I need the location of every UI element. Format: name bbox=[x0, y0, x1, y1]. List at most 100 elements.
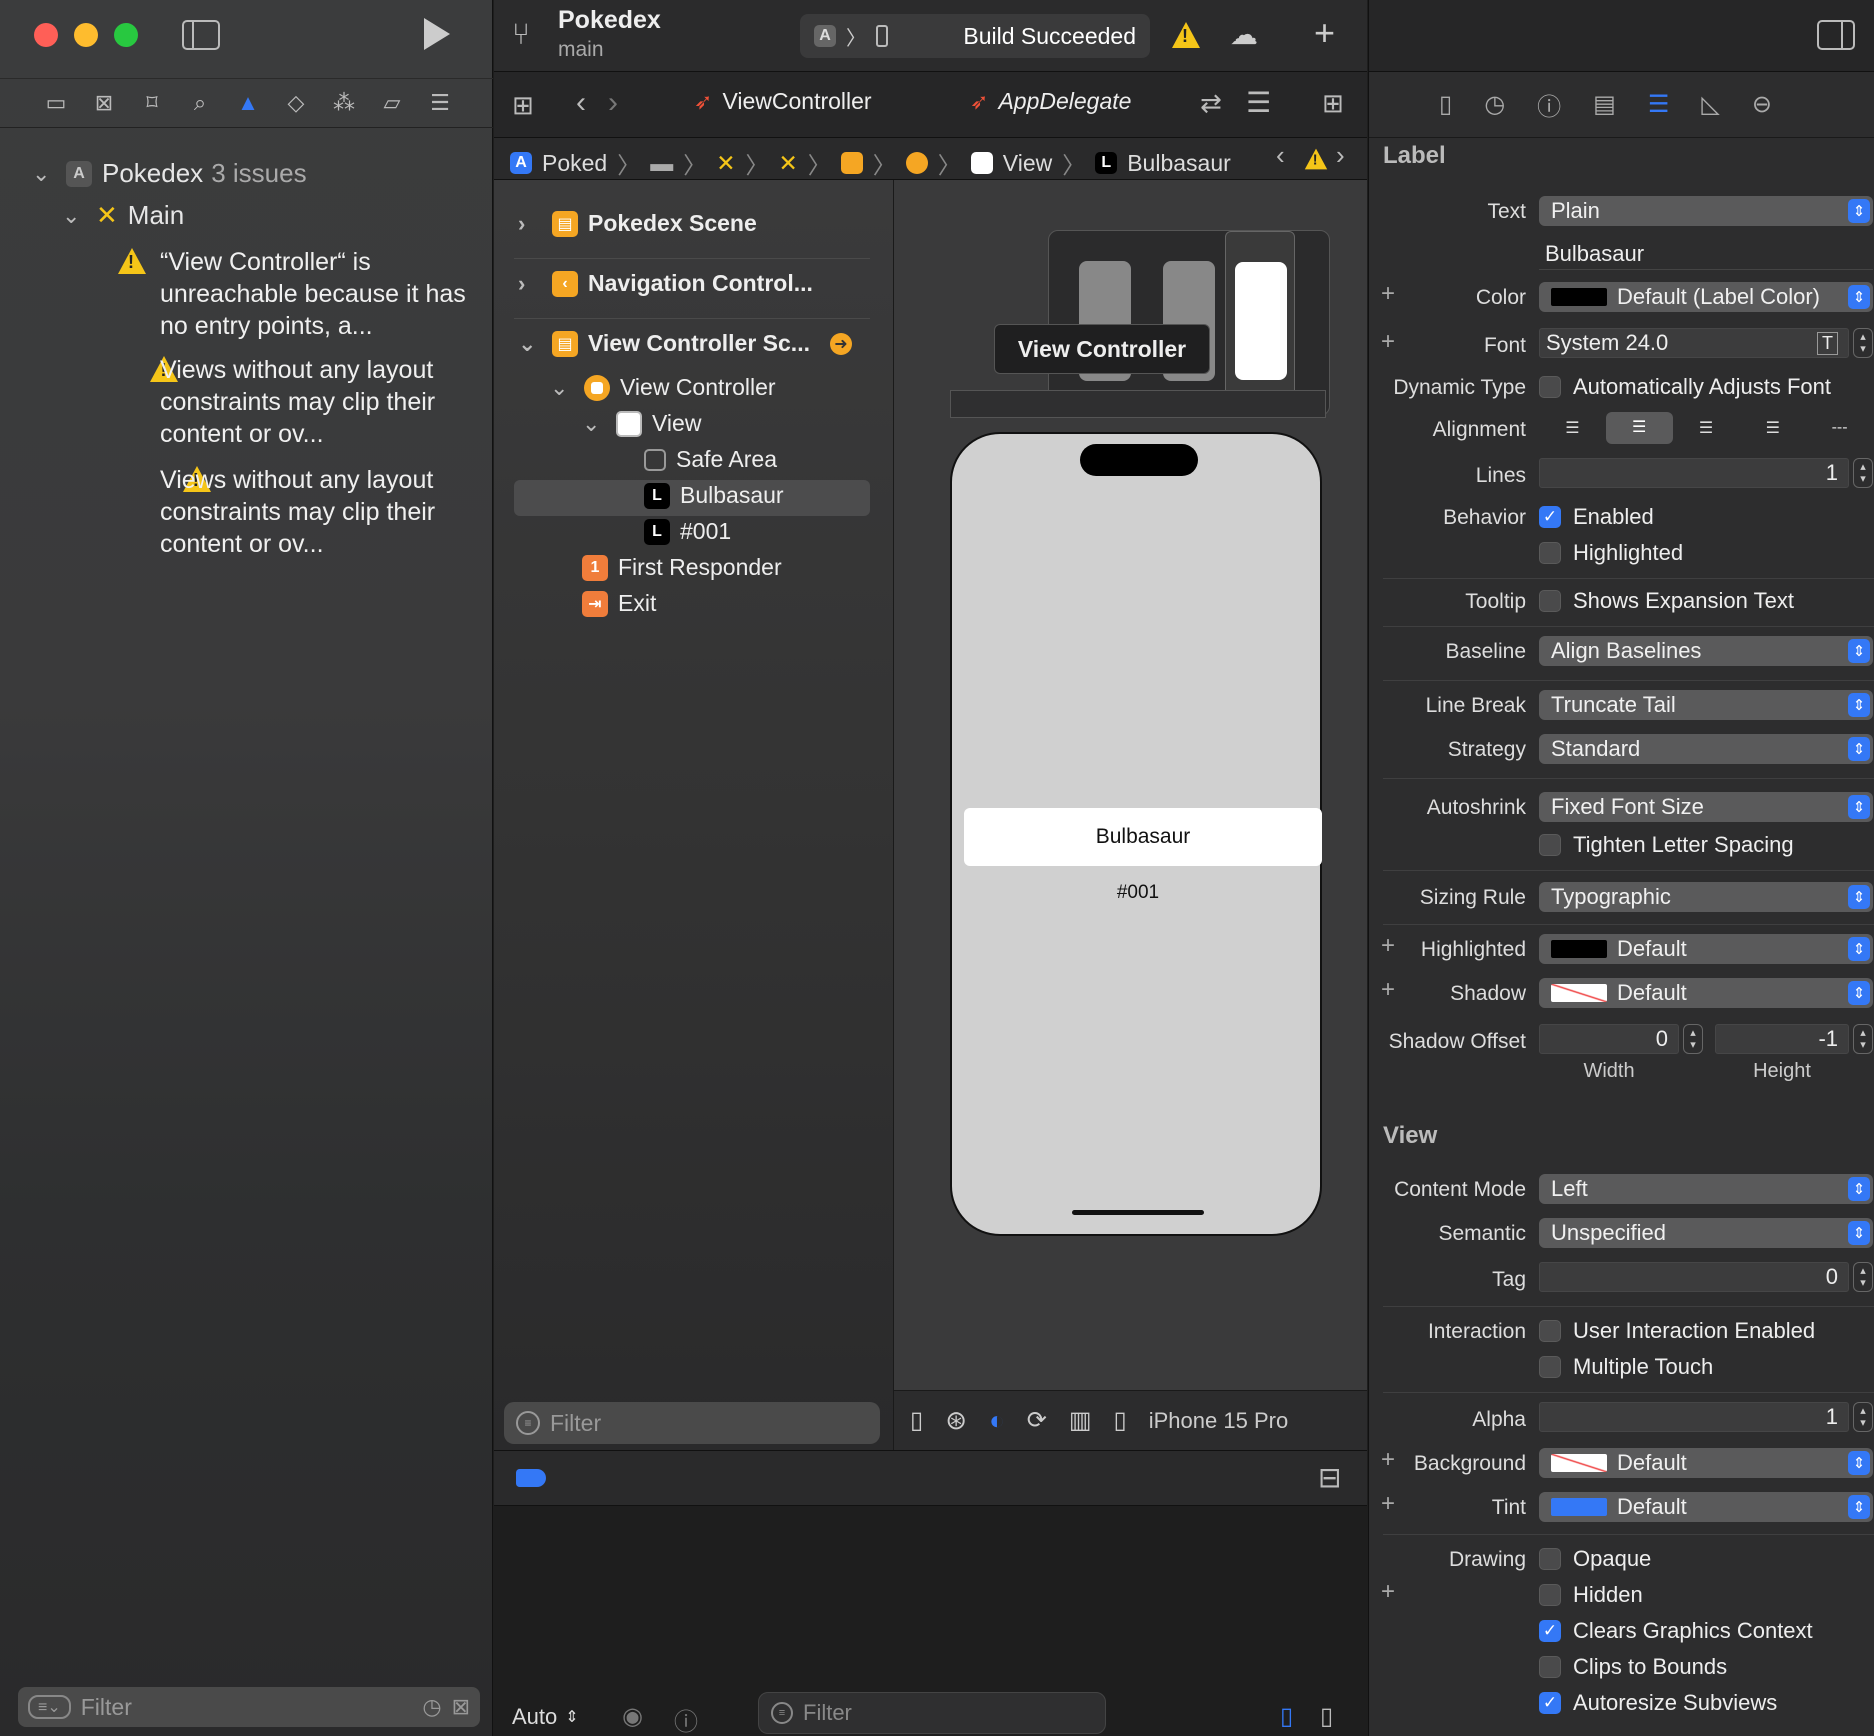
highlighted-checkbox[interactable]: Highlighted bbox=[1539, 540, 1683, 566]
jump-item-project[interactable]: Poked bbox=[542, 150, 607, 177]
expansion-text-checkbox[interactable]: Shows Expansion Text bbox=[1539, 588, 1794, 614]
filter-options-icon[interactable]: ≡⌄ bbox=[28, 1695, 71, 1719]
grid-icon[interactable]: ⊞ bbox=[512, 90, 534, 121]
user-interaction-checkbox[interactable]: User Interaction Enabled bbox=[1539, 1318, 1815, 1344]
add-variation-icon[interactable]: + bbox=[1381, 1446, 1395, 1474]
shadow-width-field[interactable]: 0 bbox=[1539, 1024, 1679, 1054]
chevron-down-icon[interactable]: ⌄ bbox=[32, 161, 56, 187]
iphone-canvas[interactable]: Bulbasaur #001 bbox=[950, 432, 1322, 1236]
branch-name[interactable]: main bbox=[558, 38, 604, 62]
search-icon[interactable]: ⌕ bbox=[186, 89, 214, 117]
background-color-popup[interactable]: Default bbox=[1539, 1448, 1873, 1478]
issue-item[interactable]: Views without any layout constraints may… bbox=[160, 354, 470, 450]
outline-row-first-responder[interactable]: 1 First Responder bbox=[582, 554, 782, 581]
layout-icon[interactable]: ▥ bbox=[1069, 1406, 1092, 1435]
font-picker-icon[interactable]: T bbox=[1817, 331, 1838, 355]
chevron-right-icon[interactable]: › bbox=[518, 211, 542, 237]
align-justify-icon[interactable]: ☰ bbox=[1739, 418, 1806, 438]
clips-bounds-checkbox[interactable]: Clips to Bounds bbox=[1539, 1654, 1727, 1680]
add-variation-icon[interactable]: + bbox=[1381, 328, 1395, 356]
inspector-toggle-icon[interactable] bbox=[1817, 20, 1855, 50]
tint-color-popup[interactable]: Default bbox=[1539, 1492, 1873, 1522]
add-variation-icon[interactable]: + bbox=[1381, 976, 1395, 1004]
add-variation-icon[interactable]: + bbox=[1381, 932, 1395, 960]
forward-icon[interactable]: › bbox=[608, 86, 618, 120]
jump-item-view[interactable]: View bbox=[1003, 150, 1052, 177]
variables-scope-selector[interactable]: Auto ⇕ bbox=[512, 1704, 579, 1730]
entry-point-arrow-icon[interactable]: ➜ bbox=[829, 332, 852, 355]
content-mode-popup[interactable]: Left bbox=[1539, 1174, 1873, 1204]
zoom-window-button[interactable] bbox=[114, 23, 138, 47]
align-natural-icon[interactable]: --- bbox=[1806, 419, 1873, 437]
test-icon[interactable]: ◇ bbox=[282, 89, 310, 117]
document-outline-toggle-icon[interactable]: ▯ bbox=[910, 1406, 923, 1435]
tag-stepper[interactable]: ▴ ▾ bbox=[1853, 1262, 1873, 1292]
outline-row-view-controller-scene[interactable]: ⌄ ▤ View Controller Sc... ➜ bbox=[518, 330, 852, 357]
outline-row-navigation-controller[interactable]: › ‹ Navigation Control... bbox=[518, 270, 813, 297]
help-inspector-icon[interactable]: ⓘ bbox=[1537, 87, 1561, 122]
device-icon[interactable]: ▯ bbox=[1114, 1406, 1127, 1435]
size-inspector-icon[interactable]: ◺ bbox=[1701, 90, 1719, 119]
text-type-popup[interactable]: Plain bbox=[1539, 196, 1873, 226]
clear-filter-icon[interactable]: ⊠ bbox=[452, 1694, 470, 1720]
issue-navigator-icon[interactable]: ▲ bbox=[234, 89, 262, 117]
issue-item[interactable]: Views without any layout constraints may… bbox=[160, 464, 470, 560]
editor-options-icon[interactable]: ☰ bbox=[1246, 86, 1271, 119]
filter-placeholder[interactable]: Filter bbox=[803, 1700, 852, 1726]
orientation-icon[interactable]: ⟳ bbox=[1027, 1406, 1047, 1435]
folder-icon[interactable]: ▭ bbox=[42, 89, 70, 117]
autoresize-checkbox[interactable]: ✓ Autoresize Subviews bbox=[1539, 1690, 1777, 1716]
filter-placeholder[interactable]: Filter bbox=[550, 1410, 601, 1437]
warning-icon[interactable] bbox=[1304, 148, 1328, 170]
history-inspector-icon[interactable]: ◷ bbox=[1484, 90, 1505, 119]
accessibility-icon[interactable]: ⊛ bbox=[945, 1405, 967, 1436]
project-title[interactable]: Pokedex bbox=[558, 6, 661, 35]
align-left-icon[interactable]: ☰ bbox=[1539, 418, 1606, 438]
chevron-down-icon[interactable]: ⌄ bbox=[62, 203, 86, 229]
folder-icon[interactable]: ▬ bbox=[650, 150, 673, 177]
alpha-stepper[interactable]: ▴ ▾ bbox=[1853, 1402, 1873, 1432]
checkbox-checked[interactable]: ✓ bbox=[1539, 1692, 1561, 1714]
highlighted-color-popup[interactable]: Default bbox=[1539, 934, 1873, 964]
issue-item[interactable]: “View Controller“ is unreachable because… bbox=[160, 246, 470, 342]
breakpoint-icon[interactable]: ▱ bbox=[378, 89, 406, 117]
sizing-rule-popup[interactable]: Typographic bbox=[1539, 882, 1873, 912]
navigator-filter[interactable]: ≡⌄ Filter ◷ ⊠ bbox=[18, 1687, 480, 1727]
hidden-checkbox[interactable]: Hidden bbox=[1539, 1582, 1643, 1608]
shadow-width-stepper[interactable]: ▴ ▾ bbox=[1683, 1024, 1703, 1054]
checkbox-checked[interactable]: ✓ bbox=[1539, 1620, 1561, 1642]
group-row[interactable]: ⌄ ✕ Main bbox=[62, 200, 184, 231]
chevron-right-icon[interactable]: › bbox=[518, 271, 542, 297]
scene-dock[interactable] bbox=[950, 390, 1326, 418]
minimize-window-button[interactable] bbox=[74, 23, 98, 47]
close-window-button[interactable] bbox=[34, 23, 58, 47]
console-filter[interactable]: ≡ Filter bbox=[758, 1692, 1106, 1734]
back-icon[interactable]: ‹ bbox=[576, 86, 586, 120]
outline-row-view[interactable]: ⌄ View bbox=[582, 410, 701, 437]
debug-icon[interactable]: ⁂ bbox=[330, 89, 358, 117]
report-icon[interactable]: ☰ bbox=[426, 89, 454, 117]
add-variation-icon[interactable]: + bbox=[1381, 1490, 1395, 1518]
font-size-stepper[interactable]: ▴ ▾ bbox=[1853, 328, 1873, 358]
add-variation-icon[interactable]: + bbox=[1381, 280, 1395, 308]
checkbox[interactable] bbox=[1539, 1584, 1561, 1606]
storyboard-icon[interactable]: ✕ bbox=[716, 150, 735, 177]
tag-field[interactable]: 0 bbox=[1539, 1262, 1849, 1292]
source-control-icon[interactable]: ⊠ bbox=[90, 89, 118, 117]
run-button[interactable] bbox=[424, 18, 450, 50]
checkbox[interactable] bbox=[1539, 1656, 1561, 1678]
strategy-popup[interactable]: Standard bbox=[1539, 734, 1873, 764]
tighten-spacing-checkbox[interactable]: Tighten Letter Spacing bbox=[1539, 832, 1794, 858]
outline-row-number[interactable]: L #001 bbox=[644, 518, 731, 545]
storyboard-icon[interactable]: ✕ bbox=[779, 150, 798, 177]
add-icon[interactable]: + bbox=[1314, 12, 1335, 54]
autoshrink-popup[interactable]: Fixed Font Size bbox=[1539, 792, 1873, 822]
checkbox[interactable] bbox=[1539, 542, 1561, 564]
outline-row-safe-area[interactable]: Safe Area bbox=[644, 446, 777, 473]
appearance-icon[interactable]: ◐ bbox=[989, 1405, 1005, 1436]
scene-icon[interactable] bbox=[840, 152, 863, 174]
enabled-checkbox[interactable]: ✓ Enabled bbox=[1539, 504, 1654, 530]
device-selector[interactable]: iPhone 15 Pro bbox=[1149, 1408, 1288, 1434]
tab-viewcontroller[interactable]: ➶ ViewController bbox=[694, 88, 872, 115]
shadow-color-popup[interactable]: Default bbox=[1539, 978, 1873, 1008]
